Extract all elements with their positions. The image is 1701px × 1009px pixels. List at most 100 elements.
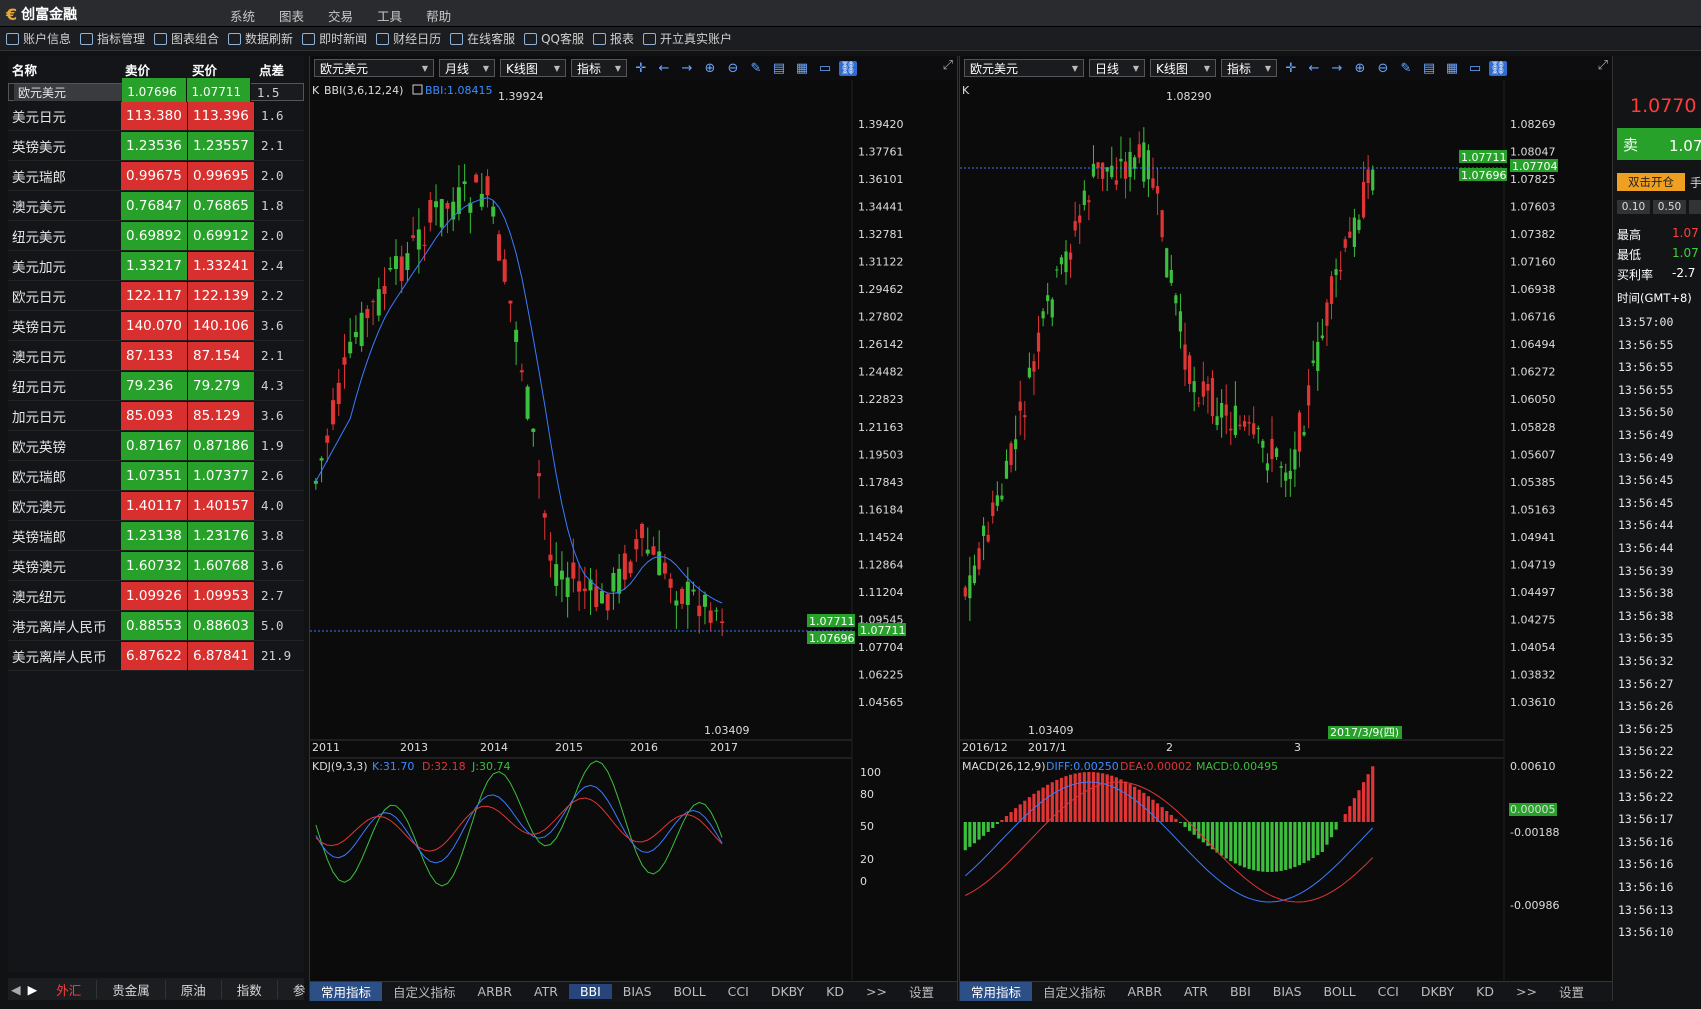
zoom-out-icon[interactable]: ⊖: [724, 61, 742, 76]
sell-price[interactable]: 0.99675: [121, 161, 188, 190]
quote-col-0[interactable]: 名称: [8, 60, 121, 79]
buy-price[interactable]: 1.33241: [188, 251, 255, 280]
indicator-tab-11[interactable]: 设置: [898, 982, 945, 1001]
indicator-tab-4[interactable]: BBI: [1219, 984, 1262, 999]
sell-price[interactable]: 0.69892: [121, 221, 188, 250]
quote-tab-1[interactable]: 贵金属: [97, 979, 166, 999]
buy-price[interactable]: 0.87186: [188, 431, 255, 460]
lot-0-50-button[interactable]: 0.50: [1653, 200, 1686, 214]
zoom-in-icon[interactable]: ⊕: [1351, 61, 1369, 76]
toolbar-button-9[interactable]: 开立真实账户: [643, 30, 732, 47]
zoom-out-icon[interactable]: ⊖: [1374, 61, 1392, 76]
buy-price[interactable]: 140.106: [188, 311, 255, 340]
buy-price[interactable]: 0.88603: [188, 611, 255, 640]
indicator-tab-2[interactable]: ARBR: [467, 984, 524, 999]
sell-price[interactable]: 1.33217: [121, 251, 188, 280]
buy-price[interactable]: 6.87841: [188, 641, 255, 670]
select-symbol[interactable]: 欧元美元 ▼: [314, 59, 434, 77]
toolbar-button-3[interactable]: 数据刷新: [228, 30, 293, 47]
buy-price[interactable]: 0.76865: [188, 191, 255, 220]
quote-row[interactable]: 英镑瑞郎 1.23138 1.23176 3.8: [8, 521, 304, 551]
indicator-tab-1[interactable]: 自定义指标: [382, 982, 467, 1001]
sell-price[interactable]: 0.87167: [121, 431, 188, 460]
toolbar-button-2[interactable]: 图表组合: [154, 30, 219, 47]
sell-price[interactable]: 0.76847: [121, 191, 188, 220]
lot-0-10-button[interactable]: 0.10: [1617, 200, 1650, 214]
buy-price[interactable]: 0.99695: [188, 161, 255, 190]
indicator-tab-3[interactable]: ATR: [523, 984, 569, 999]
sell-price[interactable]: 6.87622: [121, 641, 188, 670]
pen-icon[interactable]: ✎: [1397, 61, 1415, 76]
indicator-tab-8[interactable]: DKBY: [1410, 984, 1465, 999]
pen-icon[interactable]: ✎: [747, 61, 765, 76]
buy-price[interactable]: 1.40157: [188, 491, 255, 520]
quote-row[interactable]: 美元瑞郎 0.99675 0.99695 2.0: [8, 161, 304, 191]
sell-price[interactable]: 140.070: [121, 311, 188, 340]
select-ctype[interactable]: K线图 ▼: [500, 59, 566, 77]
toolbar-button-6[interactable]: 在线客服: [450, 30, 515, 47]
quote-row[interactable]: 欧元日元 122.117 122.139 2.2: [8, 281, 304, 311]
indicator-tab-7[interactable]: CCI: [1367, 984, 1410, 999]
toolbar-button-5[interactable]: 财经日历: [376, 30, 441, 47]
indicator-tab-0[interactable]: 常用指标: [310, 982, 383, 1001]
indicator-tab-2[interactable]: ARBR: [1117, 984, 1174, 999]
sell-price[interactable]: 0.88553: [121, 611, 188, 640]
maximize-icon[interactable]: ⤢: [943, 58, 953, 73]
maximize-icon[interactable]: ⤢: [1598, 58, 1608, 73]
quote-col-3[interactable]: 点差: [255, 60, 304, 79]
sell-price[interactable]: 122.117: [121, 281, 188, 310]
chart-panel-right[interactable]: 欧元美元 ▼ 日线 ▼ K线图 ▼ 指标 ▼ ✛ ← → ⊕ ⊖ ✎ ▤ ▦ ▭ ⛓ ⤢ K 1.08269 1.0804…: [959, 56, 1613, 1001]
select-ctype[interactable]: K线图 ▼: [1150, 59, 1216, 77]
buy-price[interactable]: 1.07377: [188, 461, 255, 490]
quote-row[interactable]: 欧元美元 1.07696 1.07711 1.5: [8, 78, 304, 106]
scroll-right-icon[interactable]: ▶: [24, 982, 42, 997]
quote-row[interactable]: 澳元日元 87.133 87.154 2.1: [8, 341, 304, 371]
indicator-tab-10[interactable]: >>: [855, 984, 898, 999]
toolbar-button-8[interactable]: 报表: [593, 30, 634, 47]
indicator-tab-5[interactable]: BIAS: [612, 984, 663, 999]
double-click-open-button[interactable]: 双击开仓: [1617, 173, 1685, 191]
menu-item-2[interactable]: 交易: [328, 6, 353, 25]
quote-row[interactable]: 澳元美元 0.76847 0.76865 1.8: [8, 191, 304, 221]
sell-price[interactable]: 85.093: [121, 401, 188, 430]
buy-price[interactable]: 122.139: [188, 281, 255, 310]
quote-col-1[interactable]: 卖价: [121, 60, 188, 79]
quote-row[interactable]: 英镑美元 1.23536 1.23557 2.1: [8, 131, 304, 161]
sell-price[interactable]: 1.40117: [121, 491, 188, 520]
select-ind[interactable]: 指标 ▼: [1221, 59, 1277, 77]
quote-col-2[interactable]: 买价: [188, 60, 255, 79]
sell-price[interactable]: 1.07351: [121, 461, 188, 490]
link-icon[interactable]: ⛓: [1489, 60, 1507, 76]
quote-tab-0[interactable]: 外汇: [41, 979, 98, 999]
link-icon[interactable]: ⛓: [839, 60, 857, 76]
chart-svg[interactable]: K BBI(3,6,12,24) BBI:1.08415 1.39420 1.37761…: [310, 80, 959, 980]
arrow-left-icon[interactable]: ←: [1305, 61, 1323, 76]
sell-price[interactable]: 87.133: [121, 341, 188, 370]
quote-tab-2[interactable]: 原油: [166, 979, 222, 999]
quote-tab-3[interactable]: 指数: [222, 979, 278, 999]
menu-item-3[interactable]: 工具: [377, 6, 402, 25]
crosshair-icon[interactable]: ✛: [1282, 61, 1300, 76]
erase-icon[interactable]: ▦: [1443, 61, 1461, 76]
buy-price[interactable]: 1.60768: [188, 551, 255, 580]
menu-item-0[interactable]: 系统: [230, 6, 255, 25]
arrow-left-icon[interactable]: ←: [655, 61, 673, 76]
buy-price[interactable]: 113.396: [188, 101, 255, 130]
layers-icon[interactable]: ▤: [770, 61, 788, 76]
buy-price[interactable]: 1.23557: [188, 131, 255, 160]
indicator-tab-4[interactable]: BBI: [568, 984, 612, 999]
rect-icon[interactable]: ▭: [1466, 61, 1484, 76]
sell-button[interactable]: 卖 1.07: [1617, 128, 1701, 160]
indicator-tab-3[interactable]: ATR: [1173, 984, 1219, 999]
sell-price[interactable]: 1.09926: [121, 581, 188, 610]
quote-row[interactable]: 澳元纽元 1.09926 1.09953 2.7: [8, 581, 304, 611]
quote-row[interactable]: 加元日元 85.093 85.129 3.6: [8, 401, 304, 431]
menu-item-4[interactable]: 帮助: [426, 6, 451, 25]
quote-row[interactable]: 英镑澳元 1.60732 1.60768 3.6: [8, 551, 304, 581]
sell-price[interactable]: 113.380: [121, 101, 188, 130]
indicator-tab-9[interactable]: KD: [1465, 984, 1505, 999]
indicator-tab-0[interactable]: 常用指标: [960, 982, 1033, 1001]
toolbar-button-1[interactable]: 指标管理: [80, 30, 145, 47]
quote-row[interactable]: 美元日元 113.380 113.396 1.6: [8, 101, 304, 131]
rect-icon[interactable]: ▭: [816, 61, 834, 76]
